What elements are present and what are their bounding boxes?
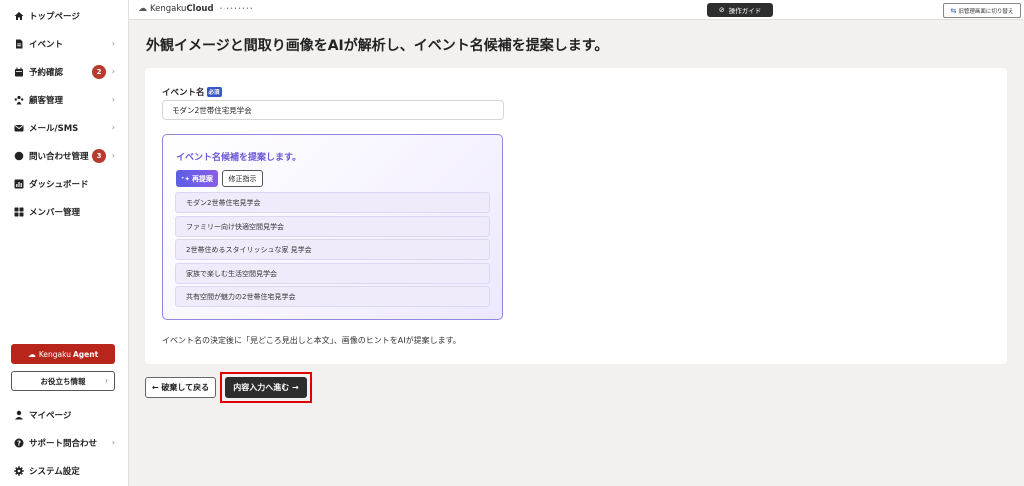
top-bar: ☁ Kengaku Cloud •·••••••• ⊘ 操作ガイド ⇆ 旧管理画面… — [129, 0, 1024, 20]
chevron-right-icon: › — [111, 95, 115, 104]
switch-legacy-button[interactable]: ⇆ 旧管理画面に切り替え — [943, 3, 1021, 18]
app-logo[interactable]: ☁ Kengaku Cloud •·••••••• — [138, 4, 254, 14]
sidebar-item-members[interactable]: メンバー管理 — [0, 202, 128, 222]
suggestion-item[interactable]: ファミリー向け快適空間見学会 — [175, 216, 490, 237]
chevron-right-icon: › — [111, 123, 115, 132]
sidebar-item-label: 問い合わせ管理 — [29, 152, 89, 162]
useful-info-label: お役立ち情報 — [40, 376, 86, 386]
chart-icon — [13, 179, 24, 190]
event-name-input[interactable] — [162, 100, 504, 120]
chevron-right-icon: › — [111, 67, 115, 76]
regenerate-button[interactable]: ⁺✦ 再提案 — [176, 170, 218, 187]
logo-text-bold: Cloud — [186, 4, 214, 14]
suggestion-item[interactable]: 共有空間が魅力の2世帯住宅見学会 — [175, 286, 490, 307]
sidebar-item-settings[interactable]: システム設定 — [0, 461, 128, 481]
agent-word: Agent — [72, 349, 99, 359]
help-icon: ? — [13, 438, 24, 449]
proceed-to-content-button[interactable]: 内容入力へ進む → — [225, 377, 307, 398]
svg-text:?: ? — [16, 440, 20, 448]
page-title: 外観イメージと間取り画像をAIが解析し、イベント名候補を提案します。 — [146, 38, 609, 54]
sidebar-item-label: 予約確認 — [29, 68, 64, 78]
suggestion-item[interactable]: 2世帯住めるスタイリッシュな家 見学会 — [175, 239, 490, 260]
sidebar-item-label: トップページ — [29, 12, 80, 22]
sidebar-item-label: 顧客管理 — [29, 96, 64, 106]
logo-tagline: •·••••••• — [219, 6, 254, 12]
logo-text-regular: Kengaku — [150, 4, 187, 14]
chat-icon — [13, 151, 24, 162]
sidebar-item-label: システム設定 — [29, 467, 80, 477]
agent-brand: Kengaku — [38, 349, 71, 359]
sparkle-icon: ⁺✦ — [181, 174, 190, 183]
sidebar-item-mail[interactable]: メール/SMS › — [0, 118, 128, 138]
useful-info-button[interactable]: お役立ち情報 › — [11, 371, 115, 391]
calendar-icon — [13, 67, 24, 78]
sidebar-item-customers[interactable]: 顧客管理 › — [0, 90, 128, 110]
operation-guide-button[interactable]: ⊘ 操作ガイド — [707, 3, 773, 17]
chevron-right-icon: › — [111, 39, 115, 48]
customers-icon — [13, 95, 24, 106]
mail-icon — [13, 123, 24, 134]
sidebar-item-support[interactable]: ? サポート問合わせ › — [0, 433, 128, 453]
grid-icon — [13, 207, 24, 218]
sidebar-item-mypage[interactable]: マイページ — [0, 405, 128, 425]
required-badge: 必須 — [206, 87, 222, 97]
kengaku-agent-button[interactable]: ☁ Kengaku Agent — [11, 344, 115, 364]
home-icon — [13, 11, 24, 22]
cloud-logo-icon: ☁ — [138, 4, 147, 14]
regenerate-label: 再提案 — [191, 174, 213, 183]
sidebar: トップページ イベント › 予約確認 2 › 顧客管理 › メール/SMS › … — [0, 0, 129, 486]
notification-badge: 2 — [92, 65, 106, 79]
revise-instruction-button[interactable]: 修正指示 — [222, 170, 263, 187]
sidebar-item-top[interactable]: トップページ — [0, 6, 128, 26]
cloud-icon: ☁ — [27, 349, 36, 359]
sidebar-item-label: イベント — [29, 40, 64, 50]
chevron-right-icon: › — [111, 438, 115, 447]
notification-badge: 3 — [92, 149, 106, 163]
user-icon — [13, 410, 24, 421]
sidebar-item-reservation[interactable]: 予約確認 2 › — [0, 62, 128, 82]
suggestion-item[interactable]: モダン2世帯住宅見学会 — [175, 192, 490, 213]
event-name-label: イベント名 必須 — [162, 86, 222, 98]
gear-icon — [13, 466, 24, 477]
sidebar-item-label: メンバー管理 — [29, 208, 81, 218]
ai-hint-text: イベント名の決定後に「見どころ見出しと本文」、画像のヒントをAIが提案します。 — [162, 336, 461, 345]
discard-back-button[interactable]: ← 破棄して戻る — [145, 377, 216, 398]
sidebar-item-event[interactable]: イベント › — [0, 34, 128, 54]
chevron-right-icon: › — [111, 151, 115, 160]
event-name-label-text: イベント名 — [162, 88, 205, 98]
operation-guide-label: 操作ガイド — [728, 7, 762, 15]
switch-icon: ⇆ — [950, 6, 957, 15]
suggestion-item[interactable]: 家族で楽しむ生活空間見学会 — [175, 263, 490, 284]
sidebar-item-label: ダッシュボード — [29, 180, 89, 190]
compass-icon: ⊘ — [718, 6, 725, 14]
document-icon — [13, 39, 24, 50]
chevron-right-icon: › — [105, 376, 108, 385]
sidebar-item-label: サポート問合わせ — [29, 439, 98, 449]
sidebar-item-dashboard[interactable]: ダッシュボード — [0, 174, 128, 194]
sidebar-item-label: マイページ — [29, 411, 72, 421]
sidebar-item-label: メール/SMS — [29, 124, 79, 134]
switch-legacy-label: 旧管理画面に切り替え — [958, 8, 1014, 15]
sidebar-item-inquiry[interactable]: 問い合わせ管理 3 › — [0, 146, 128, 166]
suggestion-title: イベント名候補を提案します。 — [176, 153, 302, 163]
